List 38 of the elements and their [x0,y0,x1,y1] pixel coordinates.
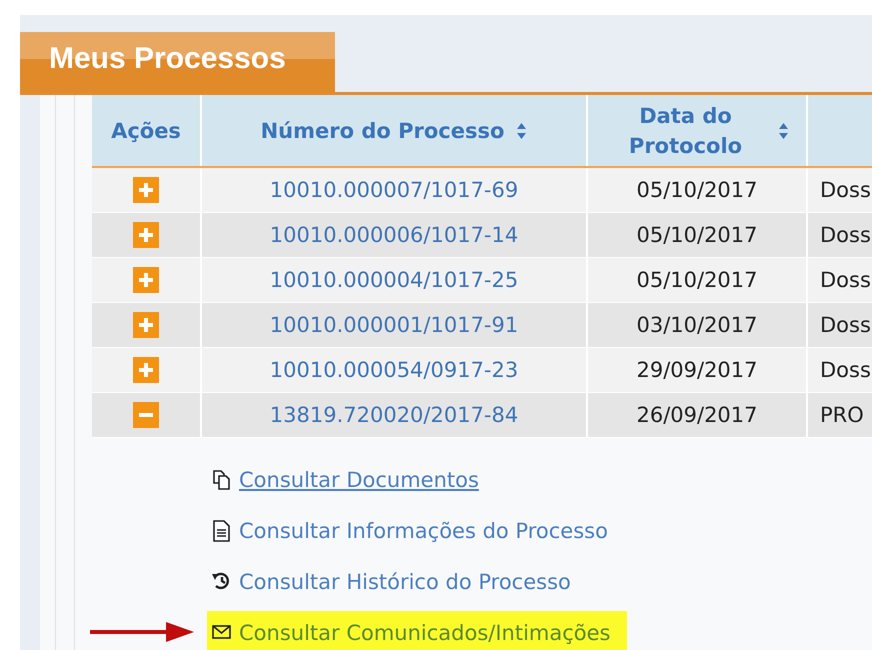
collapse-icon[interactable] [133,402,159,428]
expand-icon[interactable] [133,267,159,293]
expand-icon[interactable] [133,312,159,338]
column-header[interactable]: Número do Processo [202,95,588,166]
process-number[interactable]: 10010.000054/0917-23 [270,358,518,382]
expand-icon[interactable] [133,222,159,248]
process-number[interactable]: 10010.000007/1017-69 [270,178,518,202]
column-header-label: Ações [111,118,181,144]
action-link[interactable]: Consultar Informações do Processo [239,518,608,542]
protocol-date: 03/10/2017 [636,313,758,337]
table-cell: PRO [820,403,864,427]
protocol-date: 05/10/2017 [636,178,758,202]
column-header-label: Data do Protocolo [628,102,744,160]
action-link[interactable]: Consultar Documentos [239,468,479,492]
table-cell: Doss [820,178,871,202]
process-number[interactable]: 10010.000004/1017-25 [270,268,518,292]
protocol-date: 05/10/2017 [636,223,758,247]
documents-icon [211,468,233,492]
meus-processos-tab[interactable]: Meus Processos [20,32,335,92]
table-cell: Doss [820,268,871,292]
expand-icon[interactable] [133,357,159,383]
protocol-date: 05/10/2017 [636,268,758,292]
table-cell: Doss [820,313,871,337]
sort-icon[interactable] [516,122,528,140]
action-link[interactable]: Consultar Histórico do Processo [239,570,571,594]
protocol-date: 26/09/2017 [636,403,758,427]
process-number[interactable]: 10010.000006/1017-14 [270,223,518,247]
column-header[interactable]: Data do Protocolo [588,95,808,166]
sort-icon[interactable] [778,122,788,140]
document-icon [211,518,233,542]
expand-icon[interactable] [133,177,159,203]
table-cell: Doss [820,223,871,247]
protocol-date: 29/09/2017 [636,358,758,382]
column-header-label: Número do Processo [260,118,504,144]
action-link[interactable]: Consultar Comunicados/Intimações [239,620,610,644]
process-number[interactable]: 10010.000001/1017-91 [270,313,518,337]
table-cell: Doss [820,358,871,382]
process-number[interactable]: 13819.720020/2017-84 [270,403,518,427]
